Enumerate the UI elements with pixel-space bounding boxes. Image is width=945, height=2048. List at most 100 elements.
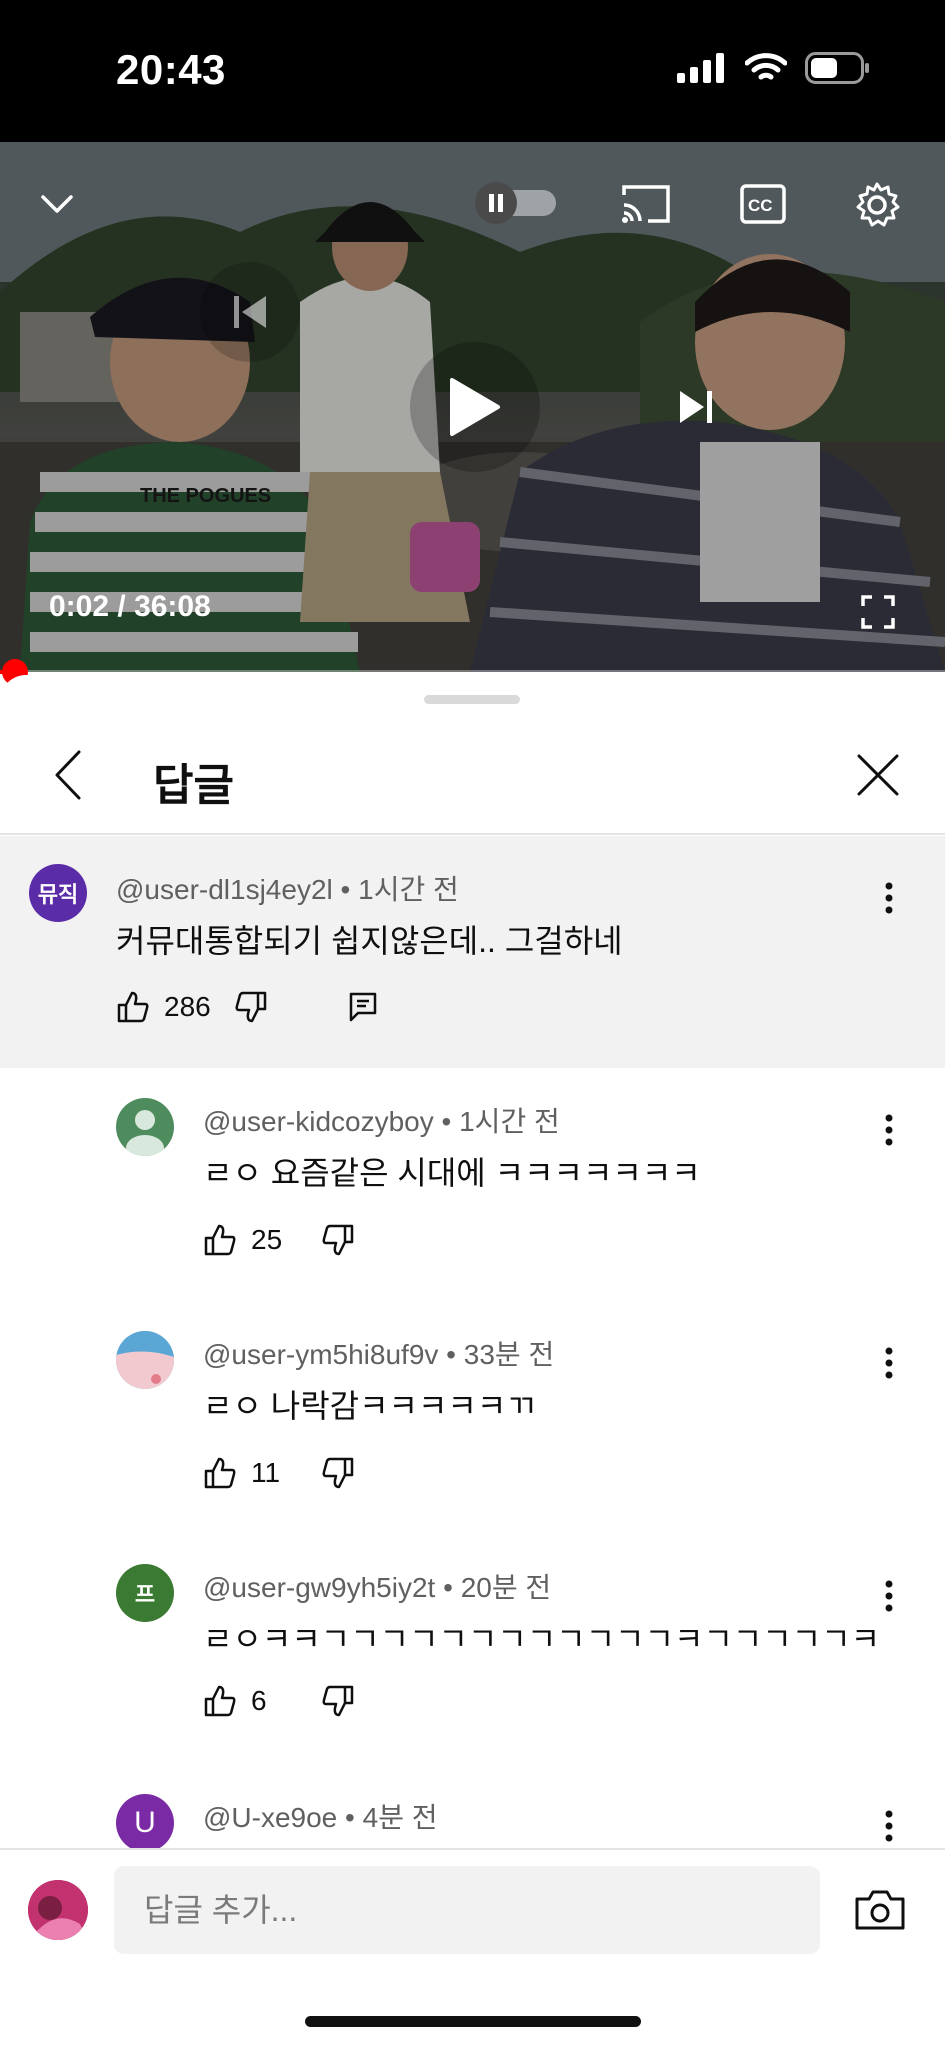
back-button[interactable] bbox=[42, 745, 94, 805]
chevron-left-icon bbox=[55, 750, 81, 800]
like-count: 25 bbox=[251, 1224, 283, 1255]
previous-button[interactable] bbox=[200, 262, 300, 362]
sheet-header: 답글 bbox=[0, 715, 945, 833]
cast-button[interactable] bbox=[618, 180, 674, 228]
camera-button[interactable] bbox=[852, 1882, 908, 1938]
dislike-button[interactable] bbox=[234, 990, 268, 1024]
home-indicator bbox=[305, 2016, 641, 2027]
reply-button[interactable] bbox=[348, 991, 378, 1023]
comment-text: ㄹㅇ 요즘같은 시대에 ㅋㅋㅋㅋㅋㅋㅋ bbox=[203, 1155, 701, 1191]
minimize-button[interactable] bbox=[35, 182, 79, 226]
more-vertical-icon bbox=[885, 882, 893, 914]
like-button[interactable]: 25 bbox=[203, 1223, 299, 1257]
thumbs-up-icon bbox=[117, 991, 149, 1023]
comment-username[interactable]: @user-kidcozyboy bbox=[203, 1106, 434, 1137]
avatar bbox=[28, 1880, 88, 1940]
comment-time: 1시간 전 bbox=[459, 1106, 560, 1137]
more-vertical-icon bbox=[885, 1347, 893, 1379]
cellular-signal-icon bbox=[677, 53, 724, 83]
comment-menu-button[interactable] bbox=[873, 1804, 905, 1848]
closed-captions-icon: CC bbox=[740, 184, 786, 224]
avatar[interactable] bbox=[116, 1331, 174, 1389]
comment-time: 4분 전 bbox=[362, 1802, 438, 1833]
comment-meta: @user-kidcozyboy • 1시간 전 bbox=[203, 1106, 560, 1137]
comment-text: ㄹㅇㅋㅋㄱㄱㄱㄱㄱㄱㄱㄱㄱㄱㄱㄱㅋㄱㄱㄱㄱㄱㅋ bbox=[203, 1621, 881, 1657]
like-count: 286 bbox=[164, 991, 211, 1022]
drag-handle[interactable] bbox=[424, 695, 520, 704]
like-button[interactable]: 11 bbox=[203, 1456, 299, 1490]
dislike-button[interactable] bbox=[321, 1456, 355, 1490]
chevron-down-icon bbox=[41, 195, 73, 213]
comment-actions: 6 bbox=[203, 1684, 355, 1718]
reply-comment: @user-ym5hi8uf9v • 33분 전 ㄹㅇ 나락감ㅋㅋㅋㅋㅋㄲ 11 bbox=[0, 1301, 945, 1533]
reply-comment: @user-kidcozyboy • 1시간 전 ㄹㅇ 요즘같은 시대에 ㅋㅋㅋ… bbox=[0, 1068, 945, 1300]
comment-menu-button[interactable] bbox=[873, 1108, 905, 1152]
status-icons bbox=[677, 52, 871, 84]
play-button[interactable] bbox=[410, 342, 540, 472]
sheet-title: 답글 bbox=[153, 761, 234, 810]
comment-time: 1시간 전 bbox=[358, 874, 459, 905]
avatar[interactable] bbox=[116, 1098, 174, 1156]
autoplay-toggle[interactable] bbox=[470, 180, 562, 226]
avatar-label: 프 bbox=[134, 1582, 156, 1607]
comment-username[interactable]: @user-dl1sj4ey2l bbox=[116, 874, 333, 905]
reply-comment: 프 @user-gw9yh5iy2t • 20분 전 ㄹㅇㅋㅋㄱㄱㄱㄱㄱㄱㄱㄱㄱ… bbox=[0, 1534, 945, 1764]
comment-time: 20분 전 bbox=[460, 1572, 552, 1603]
video-progress-bar[interactable] bbox=[0, 670, 945, 674]
comment-meta: @user-gw9yh5iy2t • 20분 전 bbox=[203, 1572, 552, 1603]
status-time: 20:43 bbox=[116, 46, 226, 93]
total-time: 36:08 bbox=[134, 590, 211, 623]
current-time: 0:02 bbox=[49, 590, 110, 623]
my-avatar-image bbox=[28, 1880, 88, 1940]
comment-username[interactable]: @user-gw9yh5iy2t bbox=[203, 1572, 435, 1603]
avatar-label: 뮤직 bbox=[37, 882, 79, 907]
comment-username[interactable]: @user-ym5hi8uf9v bbox=[203, 1339, 438, 1370]
comment-menu-button[interactable] bbox=[873, 876, 905, 920]
close-icon bbox=[857, 754, 899, 796]
comment-menu-button[interactable] bbox=[873, 1341, 905, 1385]
more-vertical-icon bbox=[885, 1580, 893, 1612]
thumbs-down-icon bbox=[322, 1224, 354, 1256]
thumbs-down-icon bbox=[322, 1457, 354, 1489]
like-button[interactable]: 286 bbox=[116, 990, 212, 1024]
avatar[interactable]: 뮤직 bbox=[29, 864, 87, 922]
dislike-button[interactable] bbox=[321, 1684, 355, 1718]
default-avatar-icon bbox=[126, 1110, 164, 1156]
like-count: 6 bbox=[251, 1685, 267, 1716]
comment-text: 커뮤대통합되기 쉽지않은데.. 그걸하네 bbox=[116, 923, 623, 959]
reply-composer bbox=[0, 1848, 945, 2000]
reply-input[interactable] bbox=[114, 1866, 820, 1954]
close-button[interactable] bbox=[852, 745, 904, 805]
camera-icon bbox=[855, 1890, 905, 1930]
header-divider bbox=[0, 833, 945, 835]
skip-next-icon bbox=[680, 391, 712, 423]
comment-menu-button[interactable] bbox=[873, 1574, 905, 1618]
parent-comment: 뮤직 @user-dl1sj4ey2l • 1시간 전 커뮤대통합되기 쉽지않은… bbox=[0, 836, 945, 1068]
captions-button[interactable]: CC bbox=[736, 180, 790, 228]
next-button[interactable] bbox=[646, 357, 746, 457]
like-button[interactable]: 6 bbox=[203, 1684, 299, 1718]
avatar[interactable]: U bbox=[116, 1794, 174, 1848]
status-bar: 20:43 bbox=[0, 0, 945, 142]
comment-meta: @U-xe9oe • 4분 전 bbox=[203, 1802, 438, 1833]
thumbs-up-icon bbox=[204, 1224, 236, 1256]
play-icon bbox=[450, 378, 500, 436]
fullscreen-button[interactable] bbox=[856, 590, 900, 634]
more-vertical-icon bbox=[885, 1810, 893, 1842]
avatar-image bbox=[116, 1331, 174, 1389]
avatar[interactable]: 프 bbox=[116, 1564, 174, 1622]
dislike-button[interactable] bbox=[321, 1223, 355, 1257]
thumbs-down-icon bbox=[235, 991, 267, 1023]
video-player[interactable]: THE POGUES CC 0:02 / 36:08 bbox=[0, 142, 945, 672]
autoplay-pause-icon bbox=[475, 182, 556, 224]
thumbs-up-icon bbox=[204, 1685, 236, 1717]
skip-previous-icon bbox=[234, 296, 266, 328]
comment-actions: 25 bbox=[203, 1223, 355, 1257]
fullscreen-icon bbox=[861, 595, 895, 629]
comment-username[interactable]: @U-xe9oe bbox=[203, 1802, 337, 1833]
settings-button[interactable] bbox=[850, 178, 904, 232]
thumbs-up-icon bbox=[204, 1457, 236, 1489]
comment-text: ㄹㅇ 나락감ㅋㅋㅋㅋㅋㄲ bbox=[203, 1388, 536, 1424]
time-separator: / bbox=[109, 590, 135, 623]
like-count: 11 bbox=[251, 1457, 281, 1488]
